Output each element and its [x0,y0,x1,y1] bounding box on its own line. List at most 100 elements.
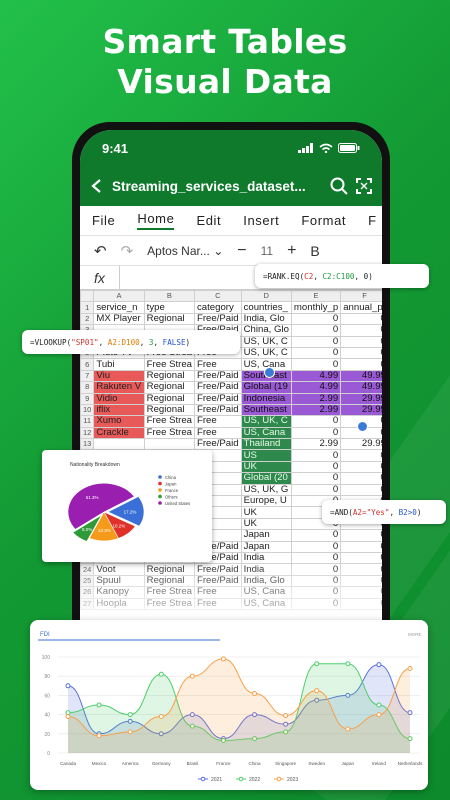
bold-button[interactable]: B [310,243,319,259]
chart-tab-fdi[interactable]: FDI [40,632,50,638]
cell-a[interactable]: iflix [93,403,145,417]
cell-e[interactable]: 0 [290,449,342,462]
cell-c[interactable]: category [194,301,242,314]
cell-c[interactable]: Free/Paid [194,381,242,394]
cell-f[interactable]: 0 [340,449,382,462]
cell-d[interactable]: Japan [240,540,292,554]
cell-c[interactable]: Free/Paid [194,438,242,451]
cell-b[interactable] [143,438,196,451]
row-number[interactable]: 7 [80,369,95,383]
column-header-a[interactable]: A [93,289,145,303]
font-select[interactable]: Aptos Nar... ⌄ [147,244,223,258]
cell-d[interactable]: Thailand [240,438,292,451]
selection-handle-bottom[interactable] [357,421,368,432]
cell-c[interactable]: Free/Paid [194,403,242,417]
cell-e[interactable]: 2.99 [290,392,342,405]
cell-a[interactable]: Vidio [93,392,145,405]
cell-d[interactable]: UK [240,506,292,519]
column-header-f[interactable]: F [340,289,382,303]
row-number[interactable]: 13 [80,438,95,451]
cell-d[interactable]: Global (19 [240,381,292,394]
increase-size-icon[interactable]: + [287,242,296,260]
cell-e[interactable]: 0 [290,529,342,542]
undo-icon[interactable]: ↶ [94,242,107,260]
cell-d[interactable]: countries_ [240,301,292,314]
cell-c[interactable]: Free [194,358,242,371]
cell-e[interactable]: 4.99 [290,381,342,394]
row-number[interactable]: 10 [80,403,95,417]
cell-e[interactable]: monthly_p [290,301,342,314]
cell-f[interactable]: 0 [340,358,382,371]
cell-e[interactable]: 0 [290,540,342,554]
cell-b[interactable]: Regional [143,312,196,326]
column-header-e[interactable]: E [290,289,342,303]
cell-c[interactable]: Free/Paid [194,369,242,383]
cell-e[interactable]: 2.99 [290,403,342,417]
cell-d[interactable]: Europe, U [240,495,292,508]
cell-e[interactable]: 0 [290,426,342,440]
cell-b[interactable]: Free Strea [143,415,196,428]
cell-a[interactable]: Rakuten V [93,381,145,394]
cell-d[interactable]: US, UK, G [240,483,292,497]
row-number[interactable]: 2 [80,312,95,326]
cell-e[interactable]: 0 [290,415,342,428]
menu-insert[interactable]: Insert [243,213,279,228]
cell-f[interactable]: 0 [340,483,382,497]
cell-e[interactable]: 0 [290,460,342,474]
row-number[interactable]: 8 [80,381,95,394]
cell-b[interactable]: Free Strea [143,426,196,440]
row-number[interactable]: 1 [80,301,95,314]
cell-d[interactable]: India, Glo [240,312,292,326]
cell-b[interactable]: type [143,301,196,314]
cell-d[interactable]: US [240,449,292,462]
back-arrow-icon[interactable] [90,178,104,194]
cell-e[interactable]: 4.99 [290,369,342,383]
row-number[interactable]: 12 [80,426,95,440]
cell-d[interactable]: US, UK, C [240,415,292,428]
cell-f[interactable]: 0 [340,460,382,474]
row-number[interactable]: 11 [80,415,95,428]
cell-a[interactable]: MX Player [93,312,145,326]
cell-d[interactable]: Global (20 [240,472,292,485]
cell-d[interactable]: UK [240,517,292,531]
cell-e[interactable]: 0 [290,324,342,337]
cell-d[interactable]: US, UK, C [240,346,292,360]
cell-a[interactable]: Xumo [93,415,145,428]
cell-e[interactable]: 0 [290,472,342,485]
cell-b[interactable]: Regional [143,381,196,394]
cell-d[interactable]: Indonesia [240,392,292,405]
cell-f[interactable]: 0 [340,472,382,485]
cell-f[interactable]: 49.99 [340,369,382,383]
column-header-d[interactable]: D [240,289,292,303]
cell-c[interactable]: Free [194,415,242,428]
cell-c[interactable]: Free [194,426,242,440]
cell-d[interactable]: US, UK, C [240,335,292,348]
column-header-b[interactable]: B [143,289,196,303]
cell-a[interactable]: Viu [93,369,145,383]
cell-a[interactable]: Crackle [93,426,145,440]
menu-file[interactable]: File [92,213,115,228]
cell-e[interactable]: 0 [290,335,342,348]
cell-e[interactable]: 0 [290,358,342,371]
cell-b[interactable]: Regional [143,392,196,405]
column-header-c[interactable]: C [194,289,242,303]
cell-f[interactable]: 29.99 [340,438,382,451]
cell-f[interactable]: 29.99 [340,392,382,405]
decrease-size-icon[interactable]: − [237,242,246,260]
menu-home[interactable]: Home [137,211,175,230]
cell-f[interactable]: 0 [340,540,382,554]
cell-a[interactable]: service_n [93,301,145,314]
cell-f[interactable]: 0 [340,312,382,326]
cell-e[interactable]: 0 [290,483,342,497]
cell-d[interactable]: Southeast [240,403,292,417]
fullscreen-icon[interactable] [356,178,372,194]
cell-e[interactable]: 0 [290,346,342,360]
chart-corner-label[interactable]: MORE [408,632,422,637]
cell-f[interactable]: 49.99 [340,381,382,394]
search-icon[interactable] [330,177,348,195]
cell-a[interactable]: Tubi [93,358,145,371]
redo-icon[interactable]: ↷ [121,242,134,260]
cell-d[interactable]: China, Glo [240,324,292,337]
font-size-value[interactable]: 11 [261,244,273,258]
cell-e[interactable]: 2.99 [290,438,342,451]
